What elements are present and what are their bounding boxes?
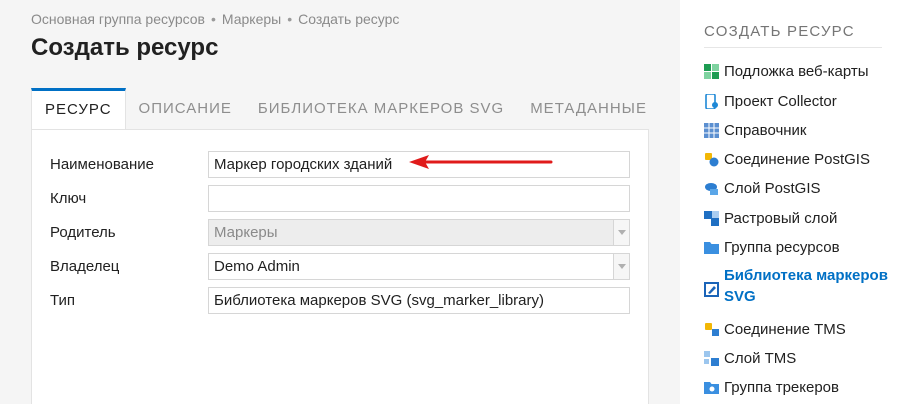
tms-connection-icon (705, 323, 719, 336)
key-label: Ключ (50, 190, 87, 207)
basemap-icon (704, 64, 719, 79)
postgis-layer-icon (705, 183, 718, 195)
breadcrumb-separator: • (211, 11, 216, 27)
breadcrumb-item-current: Создать ресурс (298, 11, 400, 27)
parent-select: Маркеры (208, 219, 630, 246)
sidebar-item-label: Подложка веб-карты (724, 63, 869, 80)
name-label: Наименование (50, 156, 154, 173)
sidebar-item-label: Слой TMS (724, 350, 797, 367)
sidebar-item-label: Библиотека маркеров SVG (724, 267, 888, 305)
sidebar-item-label: Растровый слой (724, 210, 838, 227)
owner-select[interactable]: Demo Admin (208, 253, 630, 280)
form-row-owner: Владелец Demo Admin (32, 253, 648, 281)
create-resource-sidebar: СОЗДАТЬ РЕСУРС Подложка веб-карты Проект… (680, 0, 906, 404)
sidebar-title: СОЗДАТЬ РЕСУРС (704, 23, 855, 40)
collector-project-icon (705, 94, 718, 109)
svg-marker-library-icon (704, 282, 719, 297)
breadcrumb-separator: • (287, 11, 293, 27)
breadcrumb-item-markers[interactable]: Маркеры (222, 11, 281, 27)
folder-icon (704, 242, 719, 254)
chevron-down-icon (613, 220, 629, 245)
tab-svg-marker-library[interactable]: БИБЛИОТЕКА МАРКЕРОВ SVG (245, 88, 517, 129)
sidebar-item-label: Соединение PostGIS (724, 151, 870, 168)
key-input[interactable] (208, 185, 630, 212)
owner-label: Владелец (50, 258, 120, 275)
parent-select-value: Маркеры (214, 224, 278, 241)
owner-select-value: Demo Admin (214, 258, 300, 275)
chevron-down-icon[interactable] (613, 254, 629, 279)
page-title: Создать ресурс (31, 34, 219, 61)
tms-layer-icon (704, 351, 719, 366)
sidebar-item-label: Слой PostGIS (724, 180, 821, 197)
lookup-table-icon (704, 123, 719, 138)
breadcrumb-item-root-group[interactable]: Основная группа ресурсов (31, 11, 205, 27)
postgis-connection-icon (705, 153, 719, 167)
type-field: Библиотека маркеров SVG (svg_marker_libr… (208, 287, 630, 314)
sidebar-divider (704, 47, 882, 48)
tab-metadata[interactable]: МЕТАДАННЫЕ (517, 88, 660, 129)
sidebar-item-label: Соединение TMS (724, 321, 846, 338)
type-label: Тип (50, 292, 76, 309)
tab-bar: РЕСУРС ОПИСАНИЕ БИБЛИОТЕКА МАРКЕРОВ SVG … (31, 88, 660, 129)
form-row-parent: Родитель Маркеры (32, 219, 648, 247)
sidebar-item-label: Справочник (724, 122, 807, 139)
tracker-group-icon (704, 382, 719, 394)
sidebar-item-label: Проект Collector (724, 93, 837, 110)
main-content: Основная группа ресурсов • Маркеры • Создать… (0, 0, 680, 404)
breadcrumb: Основная группа ресурсов • Маркеры • Создать… (31, 11, 399, 27)
annotation-arrow (409, 155, 553, 169)
sidebar-item-label: Группа трекеров (724, 379, 839, 396)
tab-resource[interactable]: РЕСУРС (31, 88, 126, 129)
tab-description[interactable]: ОПИСАНИЕ (126, 88, 245, 129)
sidebar-item-label: Группа ресурсов (724, 239, 840, 256)
parent-label: Родитель (50, 224, 116, 241)
raster-layer-icon (704, 211, 719, 226)
form-row-key: Ключ (32, 185, 648, 213)
form-row-type: Тип Библиотека маркеров SVG (svg_marker_… (32, 287, 648, 315)
